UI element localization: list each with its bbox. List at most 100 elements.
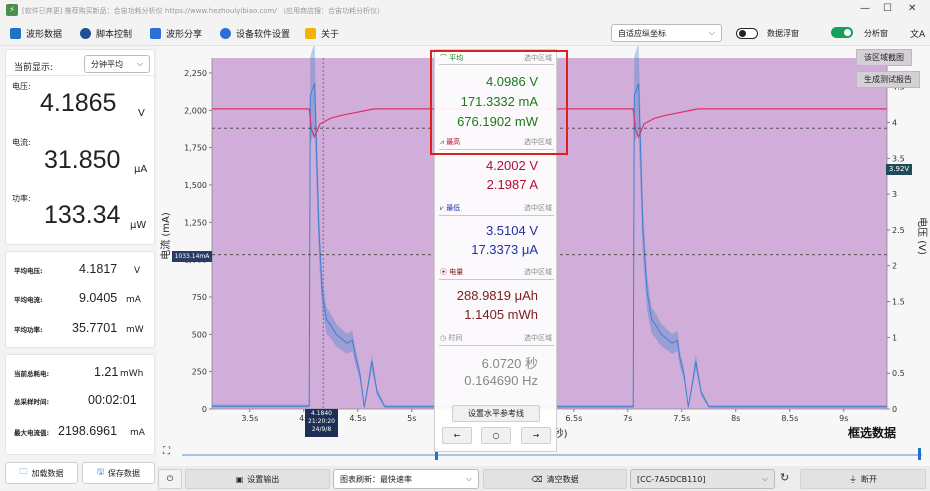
set-output-button[interactable]: ▣ 设置输出 — [185, 469, 330, 489]
time-scope: 选中区域 — [524, 334, 552, 342]
maximize-button[interactable]: ☐ — [883, 3, 892, 14]
load-data-label: 加载数据 — [31, 468, 64, 478]
set-hline-button[interactable]: 设置水平参考线 — [452, 405, 540, 422]
y-right-tick-label: 3.5 — [892, 154, 905, 163]
scrubber-handle-right[interactable] — [918, 448, 921, 460]
save-icon: 🖫 — [97, 467, 104, 476]
set-output-label: 设置输出 — [247, 474, 280, 484]
analysis-toggle[interactable] — [831, 27, 853, 38]
y-right-tick-label: 4 — [892, 118, 897, 127]
average-panel: 平均电压: 4.1817 V 平均电流: 9.0405 mA 平均功率: 35.… — [5, 251, 155, 348]
cursor-time-date: 24/9/8 — [311, 426, 332, 433]
expand-icon[interactable]: ⛶ — [163, 446, 170, 457]
power-unit: μW — [130, 220, 147, 231]
energy-scope: 选中区域 — [524, 268, 552, 276]
cursor-time-tag: 4.1840 21:20:20 24/9/8 — [305, 409, 338, 437]
y-left-tick-label: 2,000 — [184, 106, 207, 115]
y-right-tick-label: 3 — [892, 190, 897, 199]
minimize-button[interactable]: — — [860, 3, 870, 14]
voltage-label: 电压: — [12, 82, 31, 91]
display-mode-value: 分钟平均 — [91, 59, 123, 69]
avg-voltage-row: 平均电压: 4.1817 V — [6, 260, 154, 280]
menu-waveform-data[interactable]: 波形数据 — [10, 25, 62, 41]
y-right-tick-label: 0.5 — [892, 369, 905, 378]
chevron-down-icon: ⌵ — [465, 474, 472, 483]
y-left-tick-label: 1,250 — [184, 218, 207, 227]
x-tick-label: 3.5s — [241, 414, 258, 423]
output-icon: ▣ — [235, 474, 244, 484]
clear-data-button[interactable]: ⌫ 清空数据 — [483, 469, 627, 489]
total-energy-row: 当前总耗电: 1.21 mWh — [6, 363, 154, 383]
region-screenshot-button[interactable]: 该区域截图 — [856, 49, 912, 66]
energy-title: ⦿ 电量 — [440, 268, 464, 276]
y-left-tick-label: 2,250 — [184, 69, 207, 78]
total-energy-value: 1.21 — [94, 365, 119, 379]
y-left-tick-label: 0 — [202, 405, 207, 414]
timeline-scrubber[interactable] — [182, 454, 922, 456]
eraser-icon: ⌫ — [531, 474, 543, 484]
data-float-toggle[interactable] — [736, 28, 758, 39]
x-tick-label: 8s — [731, 414, 740, 423]
display-mode-select[interactable]: 分钟平均 ⌵ — [84, 55, 150, 73]
avg-current-unit: mA — [126, 295, 141, 305]
avg-voltage-label: 平均电压: — [14, 267, 43, 275]
device-select[interactable]: [CC-7A5DCB110] ⌵ — [630, 469, 775, 489]
title-bar: ⚡ [软件已弃更] 推荐购买新品：合宙功耗分析仪 https://www.hez… — [0, 0, 930, 20]
refresh-rate-value: 图表刷新：最快速率 — [340, 474, 412, 484]
load-data-button[interactable]: 🗀 加载数据 — [5, 462, 78, 484]
chevron-down-icon: ⌵ — [708, 28, 715, 37]
y-left-tick-label: 500 — [192, 330, 207, 339]
max-voltage-value: 4.2002 V — [485, 158, 538, 173]
min-title: ⩗ 最低 — [440, 204, 461, 212]
total-energy-label: 当前总耗电: — [14, 370, 50, 378]
clear-data-label: 清空数据 — [546, 474, 579, 484]
menu-label: 设备软件设置 — [236, 29, 291, 40]
disconnect-label: 断开 — [861, 474, 877, 484]
total-time-label: 总采样时间: — [14, 398, 50, 406]
x-tick-label: 8.5s — [781, 414, 798, 423]
total-time-value: 00:02:01 — [88, 393, 137, 407]
power-button[interactable]: ⏻ — [158, 469, 182, 489]
menu-script-control[interactable]: 脚本控制 — [80, 25, 132, 41]
nav-right-button[interactable]: → — [521, 427, 551, 444]
summary-panel: 当前总耗电: 1.21 mWh 总采样时间: 00:02:01 最大电流值: 2… — [5, 354, 155, 455]
cursor-voltage-tag: 3.92V — [886, 164, 912, 175]
nav-center-button[interactable]: ○ — [481, 427, 511, 444]
display-mode-label: 当前显示: — [14, 63, 54, 73]
refresh-device-icon[interactable]: ↻ — [780, 471, 789, 484]
plug-icon: ⏚ — [849, 474, 857, 484]
x-tick-label: 9s — [839, 414, 848, 423]
save-data-button[interactable]: 🖫 保存数据 — [82, 462, 155, 484]
refresh-rate-select[interactable]: 图表刷新：最快速率 ⌵ — [333, 469, 479, 489]
axis-mode-select[interactable]: 自适应纵坐标 ⌵ — [611, 24, 722, 42]
share-list-icon — [150, 27, 161, 39]
app-logo-icon: ⚡ — [6, 4, 18, 16]
chevron-down-icon: ⌵ — [136, 59, 143, 68]
generate-report-button[interactable]: 生成测试报告 — [856, 71, 920, 88]
close-button[interactable]: ✕ — [908, 3, 916, 14]
gear-icon — [220, 27, 231, 39]
avg-voltage-value: 4.1817 — [79, 262, 118, 276]
menu-about[interactable]: 关于 — [305, 25, 339, 41]
pin-icon[interactable]: 文A — [910, 27, 925, 40]
avg-current-value: 9.0405 — [79, 291, 118, 305]
max-current-value: 2198.6961 — [58, 424, 118, 438]
x-tick-label: 4.5s — [349, 414, 366, 423]
min-voltage-value: 3.5104 V — [485, 223, 538, 238]
max-current-unit: mA — [130, 428, 145, 438]
disconnect-button[interactable]: ⏚ 断开 — [800, 469, 926, 489]
x-tick-label: 7s — [623, 414, 632, 423]
cursor-current-tag: 1033.14mA — [172, 251, 212, 262]
avg-power-unit: mW — [126, 325, 144, 335]
avg-current-row: 平均电流: 9.0405 mA — [6, 289, 154, 309]
device-value: [CC-7A5DCB110] — [637, 474, 706, 484]
nav-left-button[interactable]: ← — [442, 427, 472, 444]
y-right-axis-label: 电压 (V) — [916, 217, 929, 255]
menu-waveform-share[interactable]: 波形分享 — [150, 25, 202, 41]
menu-bar: 波形数据 脚本控制 波形分享 设备软件设置 关于 自适应纵坐标 ⌵ 数据浮窗 分… — [0, 20, 930, 46]
info-icon — [305, 27, 316, 39]
waveform-icon — [10, 27, 21, 39]
menu-device-settings[interactable]: 设备软件设置 — [220, 25, 290, 41]
power-value: 133.34 — [44, 201, 121, 229]
cursor-time-value: 4.1840 — [311, 410, 332, 417]
